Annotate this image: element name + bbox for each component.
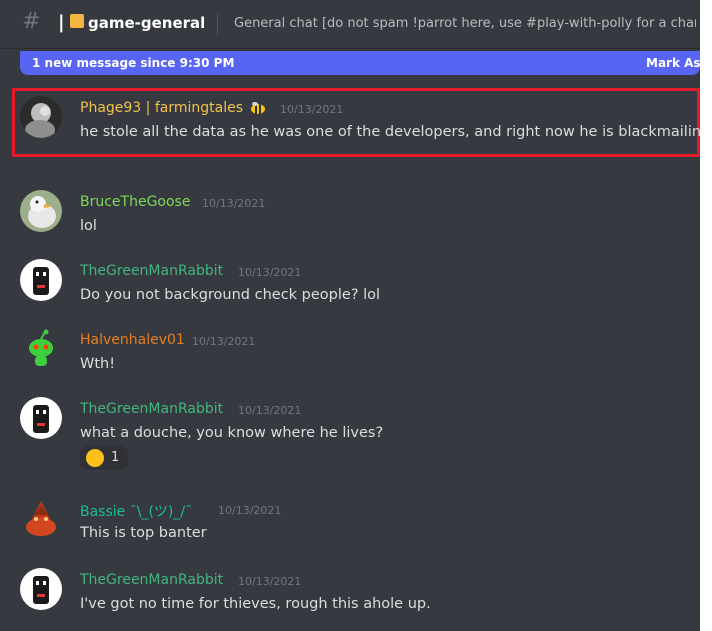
message-author[interactable]: TheGreenManRabbit — [80, 572, 223, 588]
header-divider — [217, 14, 218, 36]
beer-mug-icon — [70, 14, 84, 28]
grinning-squint-icon — [86, 449, 104, 467]
avatar[interactable] — [20, 397, 62, 439]
highlight-box — [12, 88, 700, 157]
avatar[interactable] — [20, 190, 62, 232]
channel-prefix: | — [58, 12, 65, 33]
bee-icon — [251, 102, 265, 114]
message-text: I've got no time for thieves, rough this… — [80, 596, 431, 612]
new-messages-text[interactable]: 1 new message since 9:30 PM — [32, 56, 234, 70]
message-author[interactable]: Halvenhalev01 — [80, 332, 185, 348]
message-timestamp: 10/13/2021 — [238, 266, 302, 279]
channel-name[interactable]: game-general — [88, 14, 205, 32]
message-timestamp: 10/13/2021 — [238, 404, 302, 417]
message-author[interactable]: TheGreenManRabbit — [80, 401, 223, 417]
message-author[interactable]: Phage93 | farmingtales — [80, 100, 243, 116]
avatar[interactable] — [20, 96, 62, 138]
message-author[interactable]: TheGreenManRabbit — [80, 263, 223, 279]
message-text: lol — [80, 218, 97, 234]
channel-header: # | game-general General chat [do not sp… — [0, 0, 700, 48]
mark-as-read-button[interactable]: Mark As — [646, 56, 700, 70]
message-timestamp: 10/13/2021 — [218, 504, 282, 517]
message-text: Wth! — [80, 356, 116, 372]
avatar[interactable] — [20, 568, 62, 610]
message-author[interactable]: Bassie ¯\_(ツ)_/¯ — [80, 501, 192, 521]
avatar[interactable] — [20, 328, 62, 370]
new-messages-banner[interactable]: 1 new message since 9:30 PM Mark As — [20, 51, 700, 75]
avatar[interactable] — [20, 259, 62, 301]
message-timestamp: 10/13/2021 — [202, 197, 266, 210]
avatar[interactable] — [20, 497, 62, 539]
hash-icon: # — [22, 9, 41, 34]
reaction-count: 1 — [111, 450, 120, 465]
message-text: Do you not background check people? lol — [80, 287, 381, 303]
chat-window: # | game-general General chat [do not sp… — [0, 0, 700, 631]
message-text: what a douche, you know where he lives? — [80, 425, 384, 441]
reaction-button[interactable]: 1 — [80, 446, 128, 470]
message-author[interactable]: BruceTheGoose — [80, 194, 190, 210]
message-timestamp: 10/13/2021 — [192, 335, 256, 348]
message-text: This is top banter — [80, 525, 207, 541]
message-timestamp: 10/13/2021 — [280, 103, 344, 116]
message-text: he stole all the data as he was one of t… — [80, 124, 700, 140]
message-timestamp: 10/13/2021 — [238, 575, 302, 588]
scrollbar-track[interactable] — [700, 0, 712, 631]
channel-topic[interactable]: General chat [do not spam !parrot here, … — [234, 16, 696, 31]
